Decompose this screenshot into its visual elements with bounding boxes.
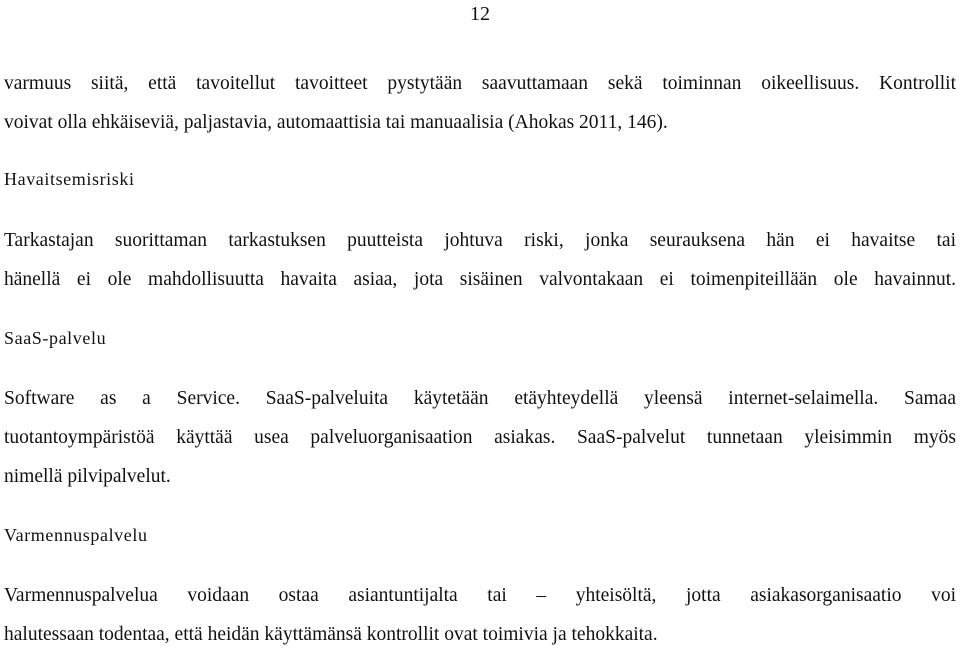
paragraph-line: varmuus siitä, että tavoitellut tavoitte… — [4, 73, 956, 94]
varmennuspalvelu-paragraph: Varmennuspalvelua voidaan ostaa asiantun… — [4, 576, 956, 654]
paragraph-line: halutessaan todentaa, että heidän käyttä… — [4, 624, 658, 645]
paragraph-line: voivat olla ehkäiseviä, paljastavia, aut… — [4, 112, 668, 133]
paragraph-line: nimellä pilvipalvelut. — [4, 466, 171, 487]
paragraph-line: Varmennuspalvelua voidaan ostaa asiantun… — [4, 585, 956, 606]
heading-havaitsemisriski: Havaitsemisriski — [4, 169, 135, 189]
paragraph-line: tuotantoympäristöä käyttää usea palveluo… — [4, 427, 956, 448]
paragraph-line: Software as a Service. SaaS-palveluita k… — [4, 388, 956, 409]
intro-paragraph: varmuus siitä, että tavoitellut tavoitte… — [4, 64, 956, 142]
paragraph-line: Tarkastajan suorittaman tarkastuksen puu… — [4, 230, 956, 251]
heading-varmennuspalvelu: Varmennuspalvelu — [4, 525, 148, 545]
havaitsemisriski-paragraph: Tarkastajan suorittaman tarkastuksen puu… — [4, 221, 956, 299]
page-number: 12 — [470, 3, 490, 25]
saas-paragraph: Software as a Service. SaaS-palveluita k… — [4, 379, 956, 496]
paragraph-line: hänellä ei ole mahdollisuutta havaita as… — [4, 269, 956, 290]
heading-saas-palvelu: SaaS-palvelu — [4, 328, 107, 348]
